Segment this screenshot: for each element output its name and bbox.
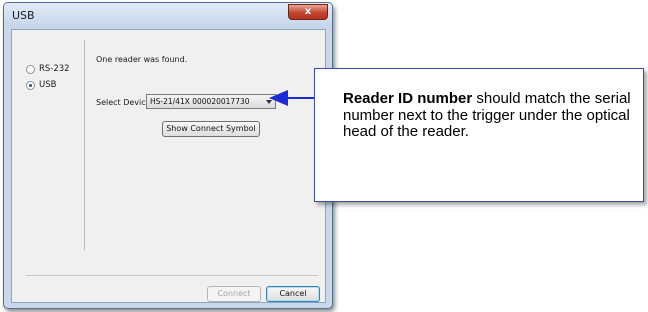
callout-box: Reader ID number should match the serial… <box>314 68 644 202</box>
radio-label-rs232: RS-232 <box>39 64 70 74</box>
radio-usb[interactable]: USB <box>26 80 56 90</box>
window-title: USB <box>12 9 35 22</box>
close-icon: x <box>304 6 312 17</box>
callout-bold-text: Reader ID number <box>343 90 473 107</box>
radio-rs232[interactable]: RS-232 <box>26 64 70 74</box>
usb-dialog: USB x RS-232 USB One reader was found. S… <box>3 2 333 309</box>
status-text: One reader was found. <box>96 55 188 64</box>
title-bar[interactable]: USB x <box>4 3 332 29</box>
select-device-label: Select Device: <box>96 98 154 107</box>
device-dropdown[interactable]: HS-21/41X 000020017730 <box>146 94 276 109</box>
connect-button[interactable]: Connect <box>207 286 261 302</box>
device-dropdown-value: HS-21/41X 000020017730 <box>150 97 250 106</box>
close-button[interactable]: x <box>288 4 328 20</box>
show-connect-symbol-button[interactable]: Show Connect Symbol <box>162 121 260 137</box>
radio-label-usb: USB <box>39 80 57 90</box>
vertical-divider <box>84 40 85 250</box>
cancel-button[interactable]: Cancel <box>266 286 320 302</box>
radio-button-icon[interactable] <box>26 64 35 74</box>
chevron-down-icon <box>266 100 272 104</box>
horizontal-divider <box>26 275 318 276</box>
dialog-client-area: RS-232 USB One reader was found. Select … <box>11 29 326 303</box>
radio-button-selected-icon[interactable] <box>26 80 35 90</box>
callout-text: Reader ID number should match the serial… <box>343 90 643 141</box>
